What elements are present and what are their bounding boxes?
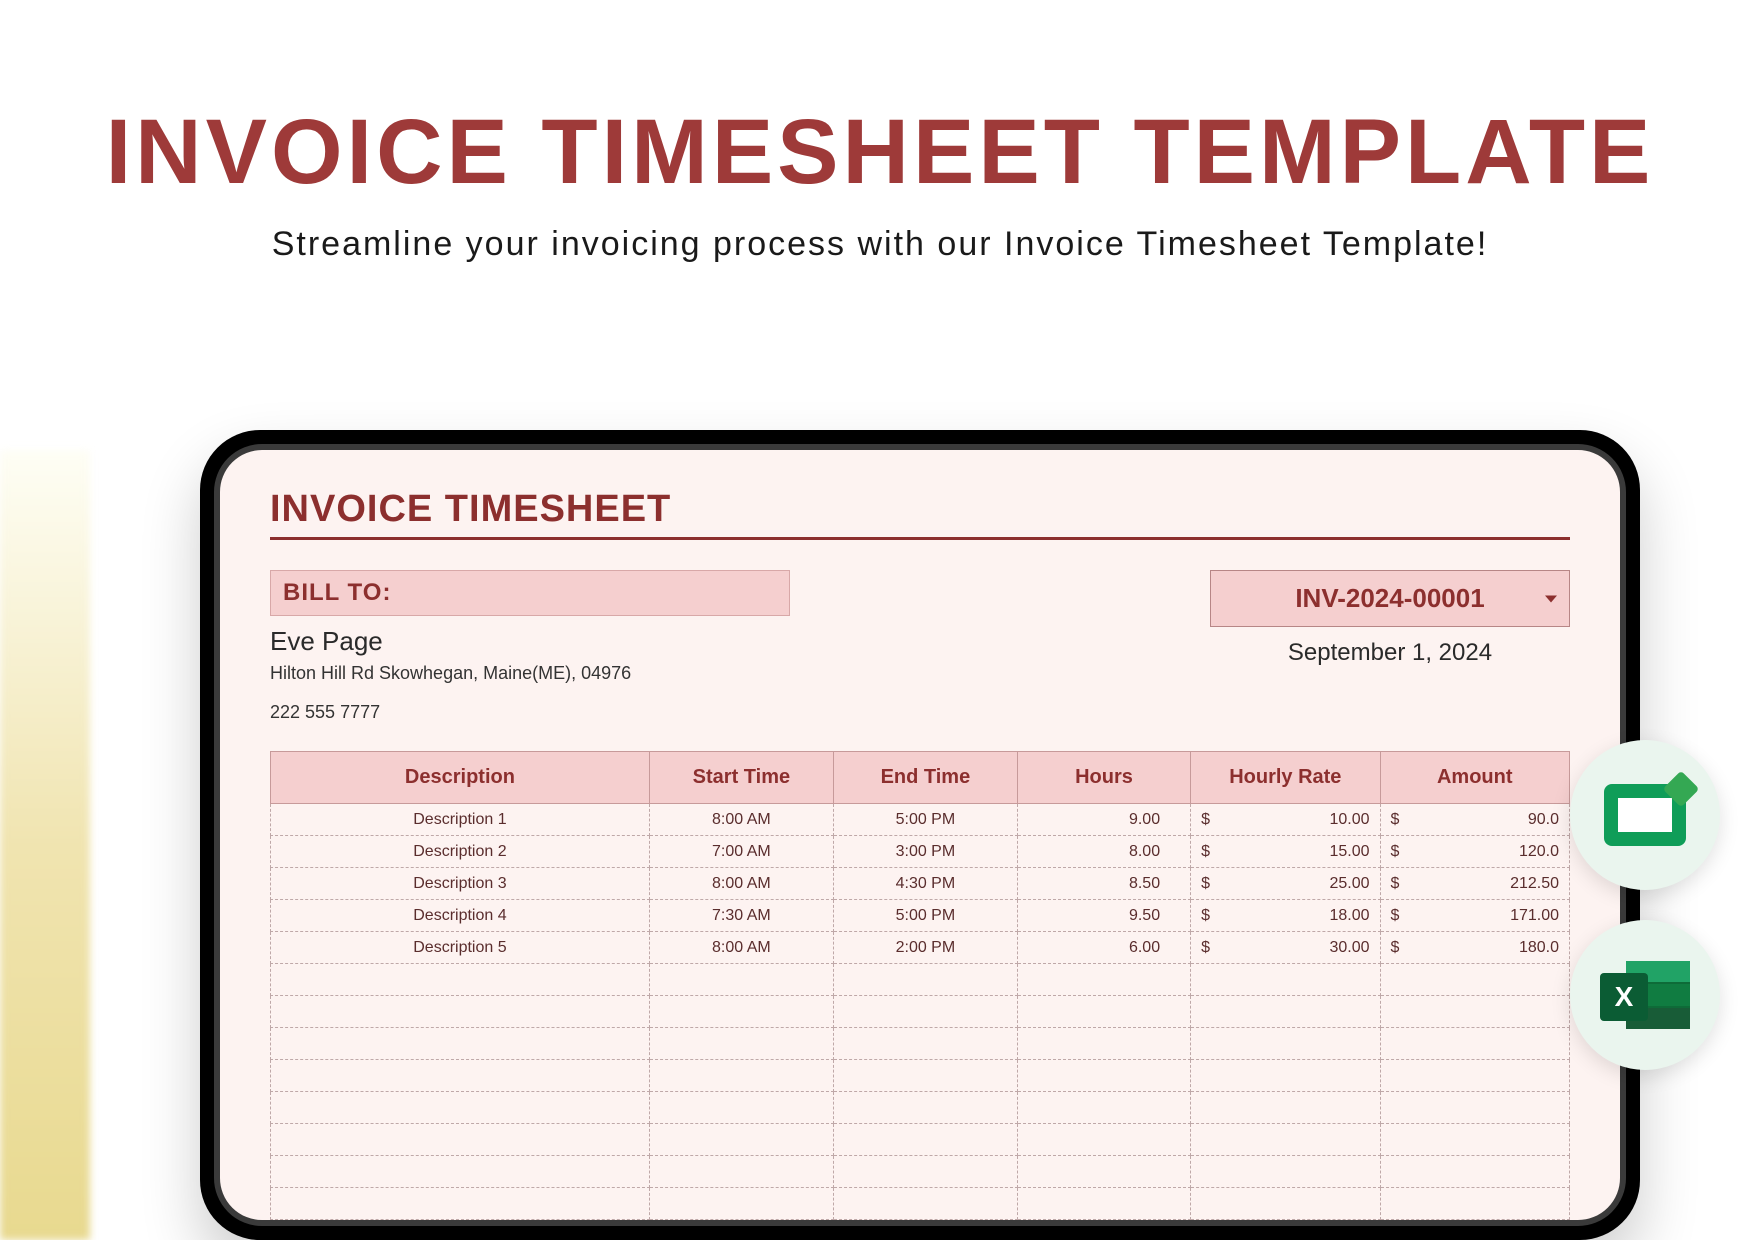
bill-to-section: BILL TO: Eve Page Hilton Hill Rd Skowheg… xyxy=(270,570,790,723)
cell-amount[interactable]: $120.0 xyxy=(1380,836,1569,868)
tablet-frame: INVOICE TIMESHEET BILL TO: Eve Page Hilt… xyxy=(200,430,1640,1240)
bill-to-address[interactable]: Hilton Hill Rd Skowhegan, Maine(ME), 049… xyxy=(270,663,790,684)
table-row-empty xyxy=(271,1028,1570,1060)
sheet-title: INVOICE TIMESHEET xyxy=(270,488,1570,540)
cell-description[interactable]: Description 3 xyxy=(271,868,650,900)
cell-hourly-rate[interactable]: $18.00 xyxy=(1191,900,1380,932)
col-start-time: Start Time xyxy=(649,752,833,804)
bill-to-label: BILL TO: xyxy=(270,570,790,616)
cell-start-time[interactable]: 8:00 AM xyxy=(649,804,833,836)
cell-hourly-rate[interactable]: $15.00 xyxy=(1191,836,1380,868)
excel-badge[interactable]: X xyxy=(1570,920,1720,1070)
col-amount: Amount xyxy=(1380,752,1569,804)
cell-start-time[interactable]: 8:00 AM xyxy=(649,932,833,964)
table-row: Description 38:00 AM4:30 PM8.50$25.00$21… xyxy=(271,868,1570,900)
table-row-empty xyxy=(271,1060,1570,1092)
cell-hourly-rate[interactable]: $30.00 xyxy=(1191,932,1380,964)
cell-start-time[interactable]: 7:00 AM xyxy=(649,836,833,868)
col-hours: Hours xyxy=(1017,752,1190,804)
table-row: Description 58:00 AM2:00 PM6.00$30.00$18… xyxy=(271,932,1570,964)
invoice-date[interactable]: September 1, 2024 xyxy=(1210,639,1570,667)
table-row-empty xyxy=(271,1188,1570,1220)
col-hourly-rate: Hourly Rate xyxy=(1191,752,1380,804)
spreadsheet-canvas: INVOICE TIMESHEET BILL TO: Eve Page Hilt… xyxy=(214,444,1626,1226)
cell-start-time[interactable]: 8:00 AM xyxy=(649,868,833,900)
page-subtitle: Streamline your invoicing process with o… xyxy=(0,225,1760,264)
google-sheets-icon xyxy=(1604,784,1686,846)
cell-end-time[interactable]: 4:30 PM xyxy=(833,868,1017,900)
cell-hourly-rate[interactable]: $10.00 xyxy=(1191,804,1380,836)
cell-start-time[interactable]: 7:30 AM xyxy=(649,900,833,932)
cell-hours[interactable]: 9.50 xyxy=(1017,900,1190,932)
background-accent xyxy=(0,450,90,1240)
invoice-meta: INV-2024-00001 September 1, 2024 xyxy=(1210,570,1570,667)
table-row-empty xyxy=(271,1092,1570,1124)
excel-icon: X xyxy=(1600,955,1690,1035)
table-row: Description 18:00 AM5:00 PM9.00$10.00$90… xyxy=(271,804,1570,836)
chevron-down-icon xyxy=(1545,595,1557,602)
cell-amount[interactable]: $212.50 xyxy=(1380,868,1569,900)
table-header-row: Description Start Time End Time Hours Ho… xyxy=(271,752,1570,804)
invoice-number: INV-2024-00001 xyxy=(1295,583,1484,613)
timesheet-table: Description Start Time End Time Hours Ho… xyxy=(270,751,1570,1220)
table-row-empty xyxy=(271,1156,1570,1188)
cell-hours[interactable]: 6.00 xyxy=(1017,932,1190,964)
bill-to-name[interactable]: Eve Page xyxy=(270,626,790,657)
cell-description[interactable]: Description 4 xyxy=(271,900,650,932)
table-row: Description 27:00 AM3:00 PM8.00$15.00$12… xyxy=(271,836,1570,868)
cell-end-time[interactable]: 5:00 PM xyxy=(833,900,1017,932)
cell-hours[interactable]: 8.50 xyxy=(1017,868,1190,900)
table-row-empty xyxy=(271,996,1570,1028)
col-description: Description xyxy=(271,752,650,804)
bill-to-phone[interactable]: 222 555 7777 xyxy=(270,702,790,723)
cell-end-time[interactable]: 2:00 PM xyxy=(833,932,1017,964)
cell-amount[interactable]: $90.0 xyxy=(1380,804,1569,836)
google-sheets-badge[interactable] xyxy=(1570,740,1720,890)
invoice-number-select[interactable]: INV-2024-00001 xyxy=(1210,570,1570,627)
cell-description[interactable]: Description 2 xyxy=(271,836,650,868)
cell-end-time[interactable]: 5:00 PM xyxy=(833,804,1017,836)
cell-description[interactable]: Description 5 xyxy=(271,932,650,964)
cell-description[interactable]: Description 1 xyxy=(271,804,650,836)
table-row-empty xyxy=(271,964,1570,996)
page-title: INVOICE TIMESHEET TEMPLATE xyxy=(0,100,1760,205)
table-row: Description 47:30 AM5:00 PM9.50$18.00$17… xyxy=(271,900,1570,932)
cell-hourly-rate[interactable]: $25.00 xyxy=(1191,868,1380,900)
cell-end-time[interactable]: 3:00 PM xyxy=(833,836,1017,868)
cell-amount[interactable]: $180.0 xyxy=(1380,932,1569,964)
cell-amount[interactable]: $171.00 xyxy=(1380,900,1569,932)
cell-hours[interactable]: 8.00 xyxy=(1017,836,1190,868)
cell-hours[interactable]: 9.00 xyxy=(1017,804,1190,836)
col-end-time: End Time xyxy=(833,752,1017,804)
